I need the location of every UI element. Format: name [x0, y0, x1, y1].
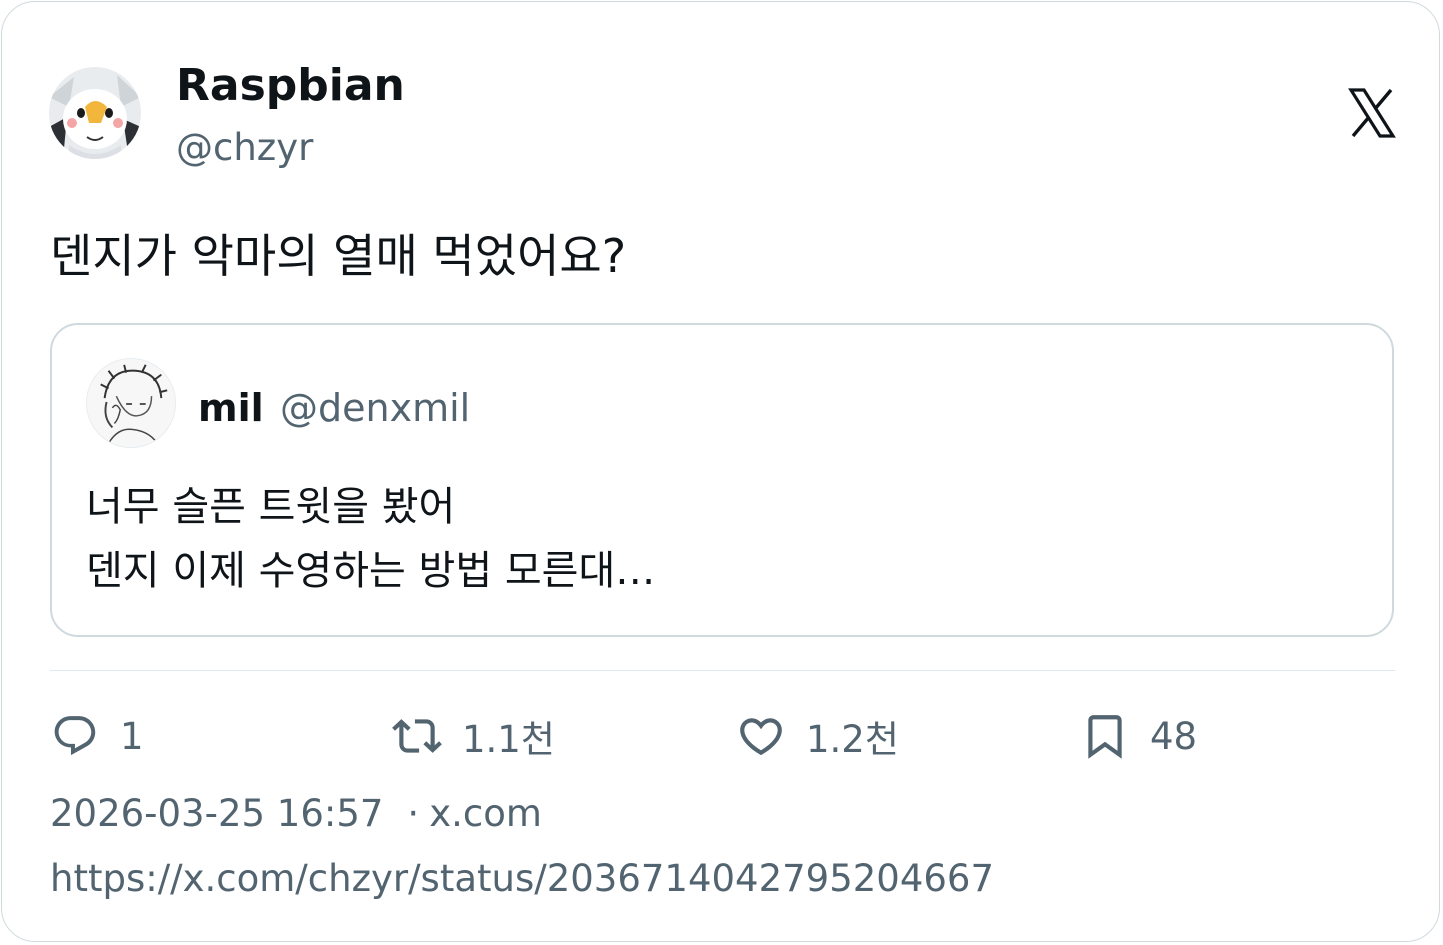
quoted-text-line-1: 너무 슬픈 트윗을 봤어: [86, 484, 456, 530]
quoted-author-avatar[interactable]: [86, 358, 176, 448]
author-avatar-image: [49, 67, 141, 159]
retweet-button[interactable]: 1.1천: [392, 706, 555, 766]
tweet-meta: 2026-03-25 16:57 · x.com: [50, 790, 542, 838]
retweet-count: 1.1천: [462, 718, 555, 761]
author-avatar[interactable]: [49, 67, 141, 159]
quoted-author-handle: @denxmil: [280, 386, 471, 430]
tweet-text: 덴지가 악마의 열매 먹었어요?: [50, 229, 627, 283]
retweet-icon: [392, 719, 442, 753]
meta-separator: ·: [407, 792, 420, 835]
author-handle[interactable]: @chzyr: [176, 126, 313, 170]
heart-icon: [740, 718, 782, 756]
author-display-name[interactable]: Raspbian: [176, 60, 405, 112]
x-logo-icon[interactable]: [1348, 87, 1396, 139]
quoted-avatar-image: [87, 359, 175, 447]
quoted-tweet[interactable]: mil @denxmil 너무 슬픈 트윗을 봤어 덴지 이제 수영하는 방법 …: [50, 323, 1394, 637]
timestamp[interactable]: 2026-03-25 16:57: [50, 792, 383, 835]
tweet-card: Raspbian @chzyr 덴지가 악마의 열매 먹었어요? mil @de…: [1, 1, 1440, 942]
divider: [50, 670, 1395, 671]
bookmark-count: 48: [1150, 714, 1198, 758]
bookmark-button[interactable]: 48: [1080, 706, 1197, 766]
quoted-author-name: mil: [198, 386, 264, 430]
bookmark-icon: [1088, 715, 1122, 759]
quoted-tweet-text: 너무 슬픈 트윗을 봤어 덴지 이제 수영하는 방법 모른대…: [86, 475, 655, 603]
like-button[interactable]: 1.2천: [736, 706, 899, 766]
reply-button[interactable]: 1: [50, 706, 144, 766]
quoted-text-line-2: 덴지 이제 수영하는 방법 모른대…: [86, 548, 656, 594]
reply-count: 1: [120, 714, 144, 758]
like-count: 1.2천: [806, 718, 899, 761]
reply-icon: [54, 716, 96, 756]
tweet-url[interactable]: https://x.com/chzyr/status/2036714042795…: [50, 854, 994, 904]
source-link[interactable]: x.com: [429, 792, 542, 835]
